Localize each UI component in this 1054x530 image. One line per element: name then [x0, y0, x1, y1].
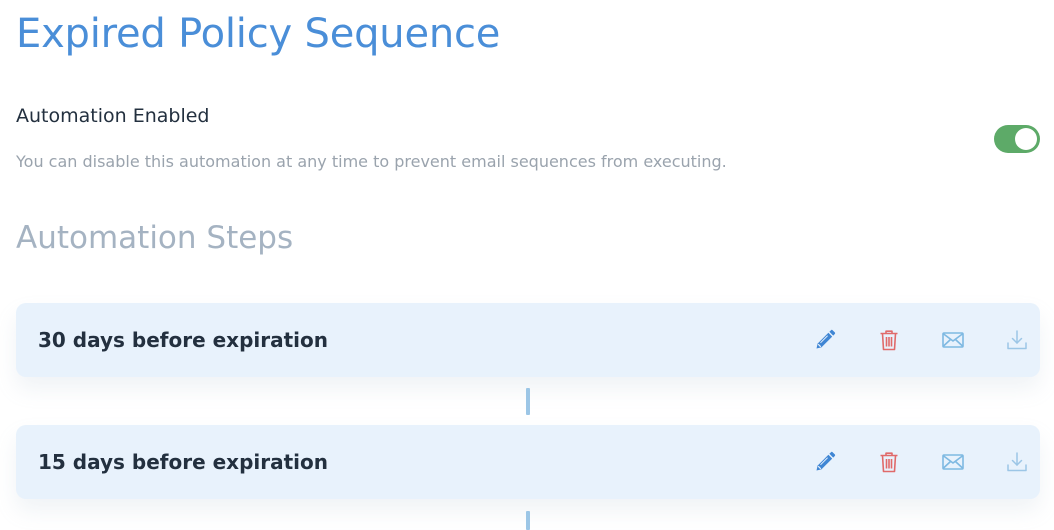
automation-step-card: 15 days before expiration [16, 425, 1040, 499]
pencil-icon[interactable] [813, 450, 837, 474]
automation-enabled-toggle[interactable] [994, 125, 1040, 153]
download-icon[interactable] [1005, 328, 1029, 352]
step-label: 15 days before expiration [38, 450, 328, 474]
download-icon[interactable] [1005, 450, 1029, 474]
step-actions [780, 425, 1040, 499]
toggle-knob [1015, 128, 1037, 150]
page-title: Expired Policy Sequence [16, 11, 501, 57]
automation-page: Expired Policy Sequence Automation Enabl… [0, 0, 1054, 530]
automation-step-card: 30 days before expiration [16, 303, 1040, 377]
step-label: 30 days before expiration [38, 328, 328, 352]
automation-steps-heading: Automation Steps [16, 220, 294, 256]
step-actions [780, 303, 1040, 377]
trash-icon[interactable] [877, 450, 901, 474]
pencil-icon[interactable] [813, 328, 837, 352]
automation-enabled-description: You can disable this automation at any t… [16, 152, 727, 171]
envelope-icon[interactable] [941, 450, 965, 474]
step-connector [526, 511, 530, 530]
trash-icon[interactable] [877, 328, 901, 352]
step-connector [526, 388, 530, 415]
envelope-icon[interactable] [941, 328, 965, 352]
automation-enabled-label: Automation Enabled [16, 105, 210, 127]
